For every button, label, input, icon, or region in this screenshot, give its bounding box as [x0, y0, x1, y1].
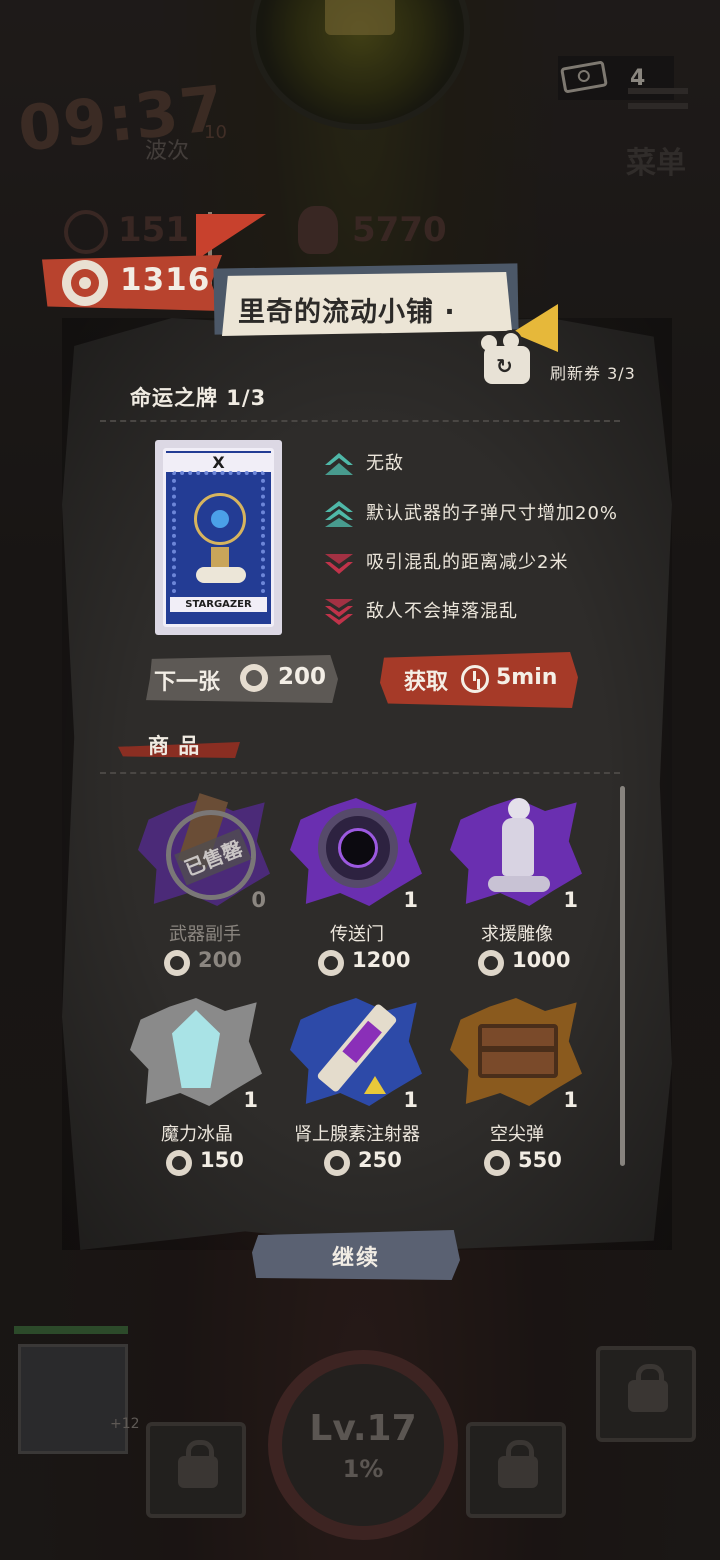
shop-title: 里奇的流动小铺 · [238, 297, 456, 328]
refresh-ticket-label[interactable]: 刷新券 3/3 [550, 360, 636, 384]
statue-body-icon [502, 818, 534, 876]
fate-effect-1: 无敌 [324, 449, 404, 477]
shop-item-portal[interactable]: 1 传送门 1200 [282, 790, 432, 980]
rescue-statue-art [450, 790, 582, 910]
item-name: 求援雕像 [481, 924, 553, 945]
health-bar [14, 1326, 128, 1334]
fate-effect-3: 吸引混乱的距离减少2米 [324, 548, 568, 576]
fate-effect-text: 无敌 [366, 453, 404, 474]
continue-button-label[interactable]: 继续 [252, 1240, 460, 1272]
fate-card-face: X STARGAZER [163, 448, 274, 627]
buff-single-chevron-icon [325, 453, 353, 475]
coin-icon [164, 950, 190, 976]
item-stock: 1 [403, 1088, 418, 1112]
shop-item-weapon-offhand[interactable]: 已售罄 0 武器副手 200 [130, 790, 280, 980]
level-progress: 1% [342, 1455, 384, 1483]
warning-icon [364, 1076, 386, 1094]
fate-card-name: STARGAZER [170, 597, 267, 612]
item-name: 武器副手 [169, 924, 241, 945]
refresh-icon: ↻ [496, 354, 513, 378]
locked-skill-slot[interactable] [596, 1346, 696, 1442]
debuff-single-chevron-icon [325, 554, 353, 574]
coin-icon [478, 950, 504, 976]
lock-icon [628, 1364, 668, 1412]
fate-section-title: 命运之牌 1/3 [130, 386, 267, 410]
hollow-point-art [450, 990, 582, 1110]
sold-out-text: 已售罄 [174, 828, 252, 886]
lock-icon [178, 1440, 218, 1488]
item-price: 200 [198, 948, 242, 972]
adrenaline-injector-art [290, 990, 422, 1110]
item-stock: 1 [243, 1088, 258, 1112]
fate-card-numeral: X [166, 453, 271, 472]
item-stock: 1 [563, 888, 578, 912]
ammo-crate-icon [478, 1024, 558, 1078]
shop-item-rescue-statue[interactable]: 1 求援雕像 1000 [442, 790, 592, 980]
next-card-label[interactable]: 下一张 [154, 664, 220, 696]
mana-crystal-art [130, 990, 262, 1110]
item-price: 150 [200, 1148, 244, 1172]
fate-effect-4: 敌人不会掉落混乱 [324, 597, 518, 625]
item-price: 1000 [512, 948, 571, 972]
item-name: 肾上腺素注射器 [294, 1124, 420, 1145]
portal-icon [318, 808, 398, 888]
fate-effect-text: 敌人不会掉落混乱 [366, 601, 518, 622]
hand-icon [196, 567, 246, 583]
coin-icon [324, 1150, 350, 1176]
goods-divider [100, 772, 620, 774]
coin-icon [166, 1150, 192, 1176]
goods-section-title: 商 品 [148, 734, 201, 758]
weapon-offhand-art: 已售罄 [138, 790, 270, 914]
fate-effect-text: 吸引混乱的距离减少2米 [366, 552, 569, 573]
level-text: Lv.17 [309, 1408, 417, 1449]
weapon-slot[interactable] [18, 1344, 128, 1454]
item-name: 空尖弹 [490, 1124, 544, 1145]
get-card-time[interactable]: 5min [496, 665, 557, 690]
next-card-cost[interactable]: 200 [278, 664, 326, 690]
item-stock: 1 [563, 1088, 578, 1112]
fate-card[interactable]: X STARGAZER [155, 440, 282, 635]
refresh-ticket-button[interactable]: ↻ [478, 330, 548, 388]
get-card-label[interactable]: 获取 [404, 664, 448, 696]
coin-icon [62, 260, 108, 306]
fate-divider [100, 420, 620, 422]
coin-icon [484, 1150, 510, 1176]
shop-item-mana-crystal[interactable]: 1 魔力冰晶 150 [122, 990, 272, 1180]
lock-icon [498, 1440, 538, 1488]
goods-scrollbar[interactable] [620, 786, 625, 1166]
debuff-double-chevron-icon [325, 599, 353, 625]
item-price: 550 [518, 1148, 562, 1172]
buff-double-chevron-icon [325, 501, 353, 527]
portal-art [290, 790, 422, 910]
weapon-bonus-badge: +12 [110, 1416, 140, 1432]
coin-amount: 1316 [120, 262, 211, 298]
coin-icon [318, 950, 344, 976]
fate-effect-2: 默认武器的子弹尺寸增加20% [324, 499, 618, 527]
item-stock: 0 [251, 888, 266, 912]
item-name: 魔力冰晶 [161, 1124, 233, 1145]
statue-base-icon [488, 876, 550, 892]
locked-skill-slot[interactable] [146, 1422, 246, 1518]
item-name: 传送门 [330, 924, 384, 945]
armillary-sphere-icon [194, 493, 246, 545]
clock-icon [461, 665, 489, 693]
item-price: 1200 [352, 948, 411, 972]
shop-item-adrenaline-injector[interactable]: 1 肾上腺素注射器 250 [282, 990, 432, 1180]
item-stock: 1 [403, 888, 418, 912]
shop-item-hollow-point[interactable]: 1 空尖弹 550 [442, 990, 592, 1180]
locked-skill-slot[interactable] [466, 1422, 566, 1518]
fate-effect-text: 默认武器的子弹尺寸增加20% [366, 503, 619, 524]
statue-head-icon [508, 798, 530, 820]
item-price: 250 [358, 1148, 402, 1172]
coin-icon [240, 664, 268, 692]
